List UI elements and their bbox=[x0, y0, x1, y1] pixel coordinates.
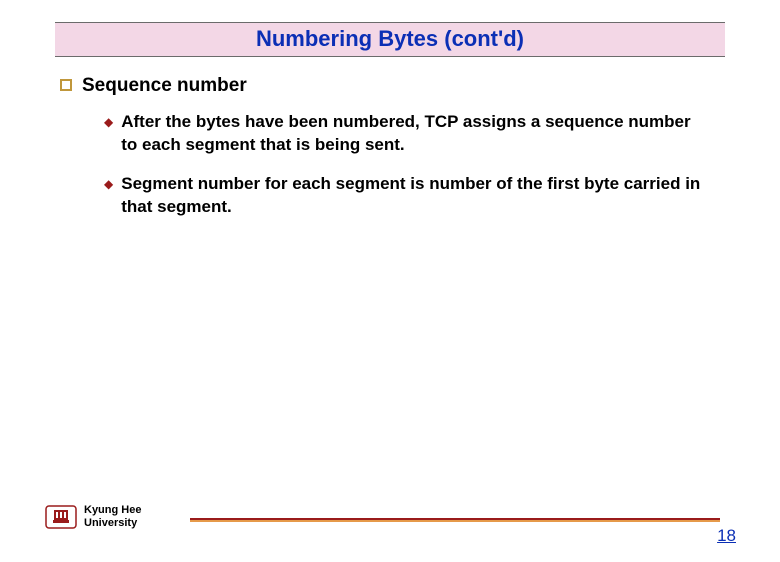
diamond-bullet-icon: ◆ bbox=[104, 115, 113, 129]
bullet-text: Segment number for each segment is numbe… bbox=[121, 173, 705, 219]
list-item: Sequence number bbox=[60, 75, 725, 97]
square-bullet-icon bbox=[60, 79, 72, 91]
university-logo: Kyung Hee University bbox=[44, 502, 141, 532]
footer-divider bbox=[190, 518, 720, 522]
diamond-bullet-icon: ◆ bbox=[104, 177, 113, 191]
org-line1: Kyung Hee bbox=[84, 504, 141, 517]
heading-text: Sequence number bbox=[82, 75, 247, 97]
university-name: Kyung Hee University bbox=[84, 504, 141, 529]
crest-icon bbox=[44, 502, 78, 532]
page-number: 18 bbox=[717, 526, 736, 546]
list-item: ◆ Segment number for each segment is num… bbox=[104, 173, 705, 219]
org-line2: University bbox=[84, 517, 141, 530]
bullet-text: After the bytes have been numbered, TCP … bbox=[121, 111, 705, 157]
slide-footer: Kyung Hee University 18 bbox=[0, 496, 780, 546]
slide-title: Numbering Bytes (cont'd) bbox=[256, 26, 524, 51]
slide-content: Sequence number ◆ After the bytes have b… bbox=[0, 57, 780, 219]
slide-title-band: Numbering Bytes (cont'd) bbox=[55, 22, 725, 57]
list-item: ◆ After the bytes have been numbered, TC… bbox=[104, 111, 705, 157]
